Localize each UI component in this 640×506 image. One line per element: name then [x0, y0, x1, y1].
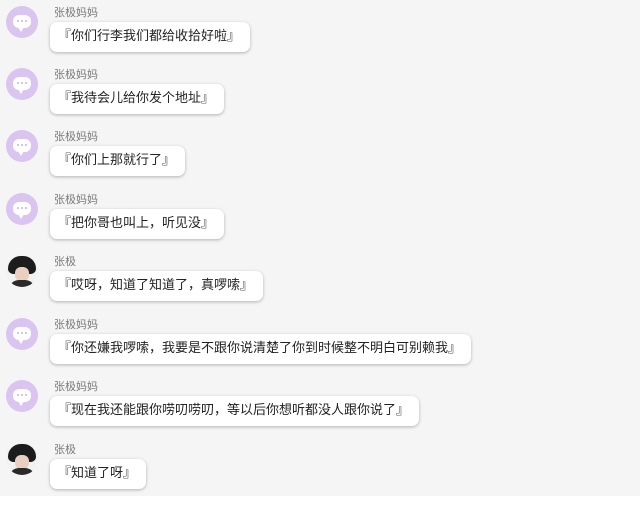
- chat-bubble-avatar-icon[interactable]: [6, 130, 38, 162]
- sender-name: 张极: [54, 443, 76, 456]
- chat-message: 张极 『知道了呀』: [0, 437, 640, 499]
- chat-message: 张极妈妈 『你们上那就行了』: [0, 124, 640, 186]
- chat-message: 张极妈妈 『我待会儿给你发个地址』: [0, 62, 640, 124]
- user-photo-avatar[interactable]: [6, 255, 38, 287]
- sender-name: 张极妈妈: [54, 380, 98, 393]
- message-bubble[interactable]: 『你们行李我们都给收拾好啦』: [50, 22, 251, 52]
- chat-bubble-avatar-icon[interactable]: [6, 193, 38, 225]
- chat-bubble-avatar-icon[interactable]: [6, 380, 38, 412]
- chat-message: 张极 『哎呀，知道了知道了，真啰嗦』: [0, 249, 640, 311]
- user-photo-avatar[interactable]: [6, 443, 38, 475]
- sender-name: 张极妈妈: [54, 6, 98, 19]
- message-bubble[interactable]: 『现在我还能跟你唠叨唠叨，等以后你想听都没人跟你说了』: [50, 396, 420, 426]
- message-bubble[interactable]: 『你们上那就行了』: [50, 146, 186, 176]
- chat-bubble-avatar-icon[interactable]: [6, 318, 38, 350]
- sender-name: 张极妈妈: [54, 130, 98, 143]
- chat-message: 张极妈妈 『把你哥也叫上，听见没』: [0, 187, 640, 249]
- message-bubble[interactable]: 『你还嫌我啰嗦，我要是不跟你说清楚了你到时候整不明白可别赖我』: [50, 334, 472, 364]
- message-bubble[interactable]: 『知道了呀』: [50, 459, 147, 489]
- sender-name: 张极妈妈: [54, 68, 98, 81]
- message-bubble[interactable]: 『哎呀，知道了知道了，真啰嗦』: [50, 271, 264, 301]
- chat-message: 张极妈妈 『你还嫌我啰嗦，我要是不跟你说清楚了你到时候整不明白可别赖我』: [0, 312, 640, 374]
- message-bubble[interactable]: 『把你哥也叫上，听见没』: [50, 209, 225, 239]
- chat-message: 张极妈妈 『你们行李我们都给收拾好啦』: [0, 0, 640, 62]
- sender-name: 张极妈妈: [54, 193, 98, 206]
- sender-name: 张极妈妈: [54, 318, 98, 331]
- chat-bubble-avatar-icon[interactable]: [6, 68, 38, 100]
- chat-message: 张极妈妈 『现在我还能跟你唠叨唠叨，等以后你想听都没人跟你说了』: [0, 374, 640, 436]
- chat-bubble-avatar-icon[interactable]: [6, 6, 38, 38]
- chat-window: 张极妈妈 『你们行李我们都给收拾好啦』 张极妈妈 『我待会儿给你发个地址』 张极…: [0, 0, 640, 496]
- sender-name: 张极: [54, 255, 76, 268]
- message-bubble[interactable]: 『我待会儿给你发个地址』: [50, 84, 225, 114]
